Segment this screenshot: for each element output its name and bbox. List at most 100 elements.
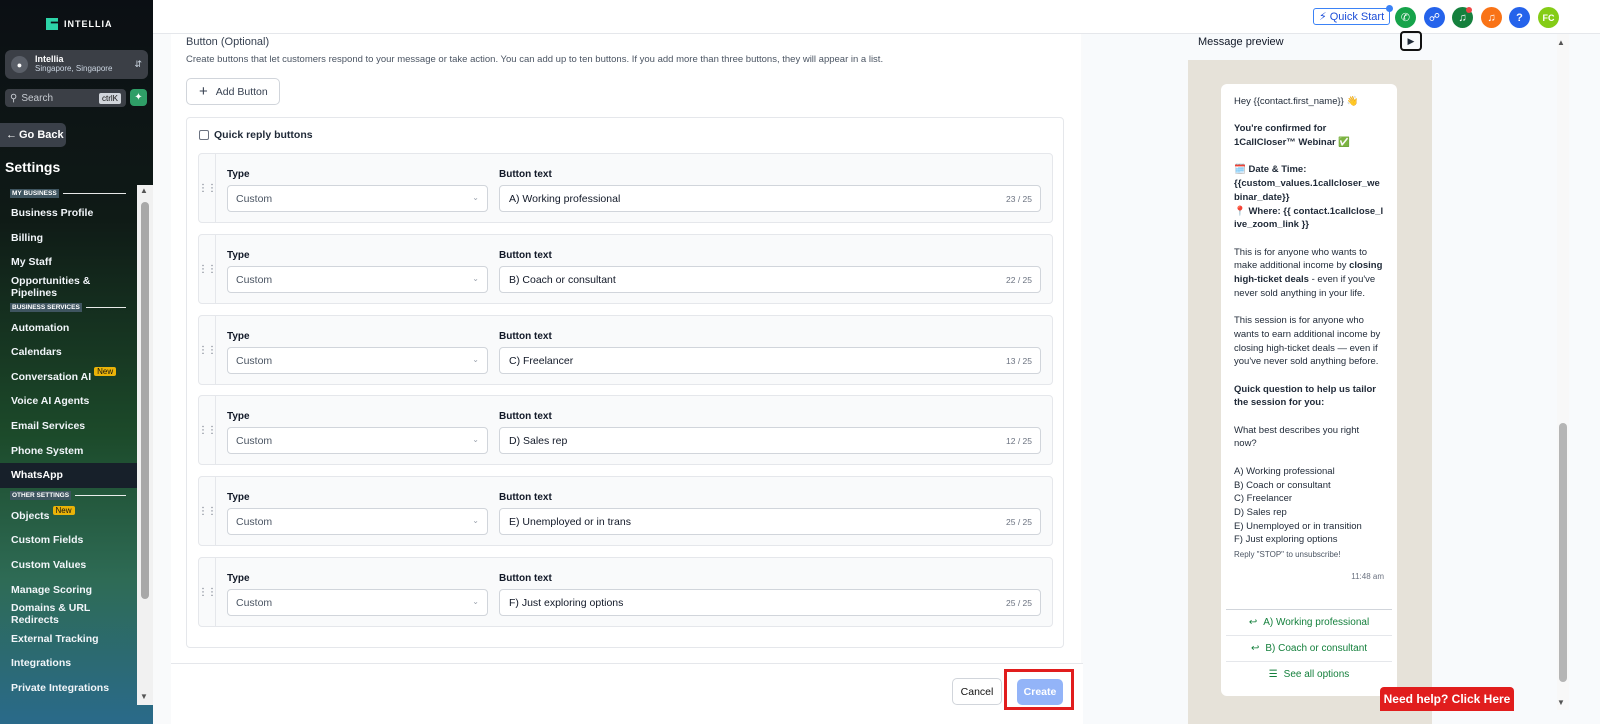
sidebar-item-opportunities[interactable]: Opportunities & Pipelines [0,275,137,300]
scroll-up-icon[interactable]: ▲ [140,186,148,195]
drag-handle-icon[interactable]: ⋮⋮ [198,477,217,545]
button-text-input[interactable]: B) Coach or consultant 22 / 25 [499,266,1041,293]
sidebar-item-business-profile[interactable]: Business Profile [0,201,137,226]
account-switcher[interactable]: ● Intellia Singapore, Singapore ⇵ [5,50,148,79]
preview-reply-button[interactable]: ↩ A) Working professional [1226,609,1392,635]
bolt-icon: ⚡ [1319,11,1327,23]
drag-handle-icon[interactable]: ⋮⋮ [198,396,217,464]
preview-reply-label: B) Coach or consultant [1265,643,1368,654]
msg-datetime-value: {{custom_values.1callcloser_webinar_date… [1234,178,1380,203]
play-icon[interactable]: ▶ [1400,31,1422,51]
type-label: Type [227,331,250,342]
sidebar-item-billing[interactable]: Billing [0,226,137,251]
quick-start-button[interactable]: ⚡ Quick Start [1313,5,1394,25]
sidebar-item-integrations[interactable]: Integrations [0,651,137,676]
sidebar-item-label: My Staff [11,256,52,269]
button-text-value: E) Unemployed or in trans [509,515,631,528]
button-text-input[interactable]: D) Sales rep 12 / 25 [499,427,1041,454]
sidebar-item-conversation-ai[interactable]: Conversation AI New [0,365,137,390]
sidebar-item-whatsapp[interactable]: WhatsApp [0,462,137,488]
see-all-label: See all options [1283,669,1350,680]
drag-handle-icon[interactable]: ⋮⋮ [198,558,217,626]
type-select[interactable]: Custom ⌄ [227,266,488,293]
button-text-input[interactable]: F) Just exploring options 25 / 25 [499,589,1041,616]
button-section-title: Button (Optional) [186,36,270,48]
search-input[interactable]: ⚲ Search ctrlK [5,89,126,107]
char-count: 13 / 25 [1006,355,1032,366]
nav-section-business-services: BUSINESS SERVICES [0,299,137,315]
list-icon: ☰ [1268,669,1278,680]
cancel-button[interactable]: Cancel [952,678,1002,705]
bell-icon[interactable]: ♫ [1481,7,1502,28]
megaphone-icon[interactable]: ♫ [1452,7,1473,28]
sidebar-item-objects[interactable]: Objects New [0,504,137,529]
sidebar-item-manage-scoring[interactable]: Manage Scoring [0,577,137,602]
button-text-value: F) Just exploring options [509,596,624,609]
type-select[interactable]: Custom ⌄ [227,589,488,616]
logo: INTELLIA [46,18,113,30]
reply-arrow-icon: ↩ [1248,617,1258,628]
button-section-description: Create buttons that let customers respon… [186,54,884,65]
preview-reply-button[interactable]: ↩ B) Coach or consultant [1226,635,1392,661]
sidebar-item-label: Automation [11,321,70,334]
msg-option: E) Unemployed or in transition [1234,520,1362,532]
msg-ask: What best describes you right now? [1234,424,1360,450]
quick-reply-row: ⋮⋮ Type Button text Custom ⌄ B) Coach or … [198,234,1053,304]
scroll-down-icon[interactable]: ▼ [1557,698,1565,707]
add-button-label: Add Button [215,85,268,98]
go-back-button[interactable]: ← Go Back [0,123,66,147]
page-scrollbar-thumb[interactable] [1559,423,1567,682]
button-text-input[interactable]: A) Working professional 23 / 25 [499,185,1041,212]
scroll-down-icon[interactable]: ▼ [140,692,148,701]
sidebar-scrollbar-thumb[interactable] [141,202,149,599]
sidebar-item-custom-fields[interactable]: Custom Fields [0,528,137,553]
create-button-highlight [1004,669,1074,710]
button-text-value: A) Working professional [509,192,621,205]
link-icon[interactable]: ☍ [1424,7,1445,28]
avatar[interactable]: FC [1538,7,1559,28]
type-label: Type [227,492,250,503]
sparkle-icon[interactable]: ✦ [130,89,147,106]
sidebar-item-external-tracking[interactable]: External Tracking [0,627,137,652]
phone-icon[interactable]: ✆ [1395,7,1416,28]
sidebar-item-domains[interactable]: Domains & URL Redirects [0,602,137,627]
sidebar-item-voice-ai[interactable]: Voice AI Agents [0,389,137,414]
sidebar-item-phone-system[interactable]: Phone System [0,438,137,463]
type-select[interactable]: Custom ⌄ [227,347,488,374]
sidebar-item-label: Phone System [11,444,84,457]
scroll-up-icon[interactable]: ▲ [1557,38,1565,47]
type-select[interactable]: Custom ⌄ [227,427,488,454]
new-badge: New [94,367,117,377]
type-label: Type [227,250,250,261]
type-select[interactable]: Custom ⌄ [227,185,488,212]
sidebar-item-label: Private Integrations [11,681,110,694]
sidebar-item-private-integrations[interactable]: Private Integrations [0,676,137,701]
type-select[interactable]: Custom ⌄ [227,508,488,535]
msg-option: D) Sales rep [1234,506,1287,518]
add-button[interactable]: + Add Button [186,78,280,105]
chevron-down-icon: ⌄ [472,435,479,444]
sidebar-item-my-staff[interactable]: My Staff [0,250,137,275]
quick-reply-header: Quick reply buttons [199,129,313,141]
sidebar-item-custom-values[interactable]: Custom Values [0,553,137,578]
drag-handle-icon[interactable]: ⋮⋮ [198,235,217,303]
help-icon[interactable]: ? [1509,7,1530,28]
need-help-button[interactable]: Need help? Click Here [1380,687,1514,711]
see-all-options-button[interactable]: ☰ See all options [1226,661,1392,687]
button-text-input[interactable]: E) Unemployed or in trans 25 / 25 [499,508,1041,535]
drag-handle-icon[interactable]: ⋮⋮ [198,316,217,384]
sidebar-item-label: Custom Fields [11,534,84,547]
msg-time: 11:48 am [1351,571,1384,581]
button-text-input[interactable]: C) Freelancer 13 / 25 [499,347,1041,374]
msg-greeting: Hey {{contact.first_name}} 👋 [1234,96,1359,107]
preview-title: Message preview [1198,36,1284,48]
sidebar-item-label: Manage Scoring [11,583,93,596]
type-value: Custom [236,273,273,286]
drag-handle-icon[interactable]: ⋮⋮ [198,154,217,222]
type-label: Type [227,573,250,584]
account-location: Singapore, Singapore [35,64,113,74]
sidebar-item-calendars[interactable]: Calendars [0,340,137,365]
nav-section-my-business: MY BUSINESS [0,185,137,201]
sidebar-item-automation[interactable]: Automation [0,315,137,340]
sidebar-item-email-services[interactable]: Email Services [0,414,137,439]
